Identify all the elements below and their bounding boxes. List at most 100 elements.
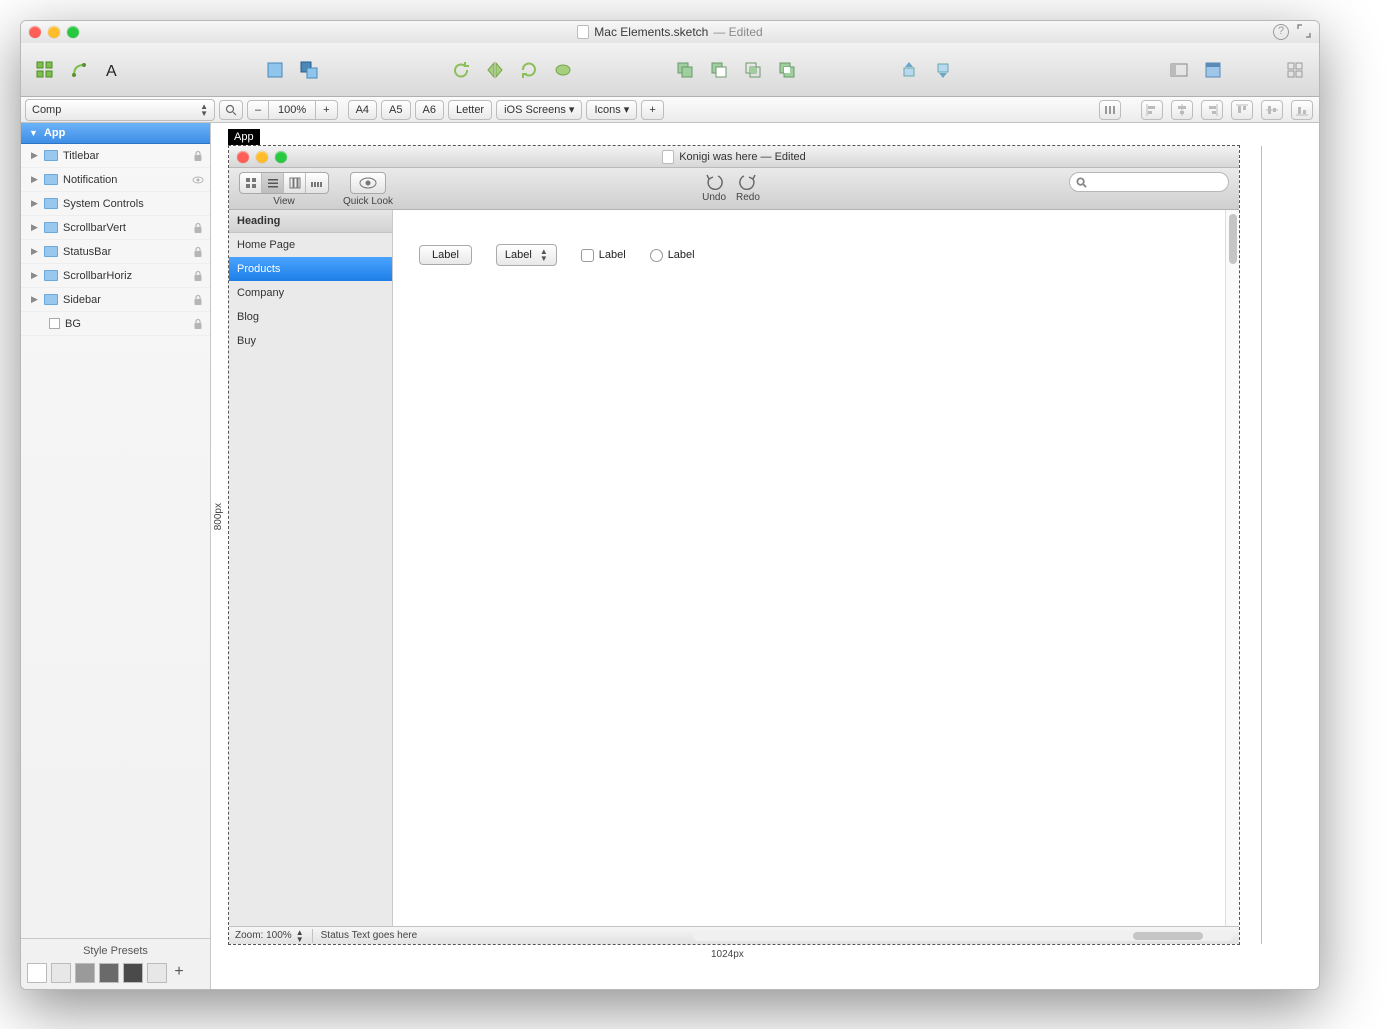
style-swatch[interactable] (99, 963, 119, 983)
layers-panel: ▼ App ▶Titlebar▶Notification▶System Cont… (21, 123, 211, 989)
layer-row[interactable]: ▶Sidebar (21, 288, 210, 312)
view-icon-grid-icon[interactable] (240, 173, 262, 193)
layer-row[interactable]: ▶ScrollbarVert (21, 216, 210, 240)
style-swatch[interactable] (27, 963, 47, 983)
align-top-button[interactable] (1231, 100, 1253, 120)
triangle-right-icon[interactable]: ▶ (31, 150, 39, 161)
grid-tool[interactable] (1281, 56, 1309, 84)
triangle-right-icon[interactable]: ▶ (31, 198, 39, 209)
view-segmented-control[interactable] (239, 172, 329, 194)
style-swatch[interactable] (147, 963, 167, 983)
zoom-value[interactable]: 100% (269, 100, 315, 120)
pages-dropdown[interactable]: Comp ▲▼ (25, 99, 215, 121)
preset-ios-screens[interactable]: iOS Screens ▾ (496, 100, 582, 120)
rotate-tool[interactable] (515, 56, 543, 84)
fullscreen-button[interactable] (1297, 24, 1311, 38)
artboard[interactable]: Konigi was here — Edited View (228, 145, 1240, 945)
align-right-button[interactable] (1201, 100, 1223, 120)
canvas[interactable]: App 800px 1024px Konigi was here — Ed (211, 123, 1319, 989)
triangle-right-icon[interactable]: ▶ (31, 294, 39, 305)
mock-sidebar-item[interactable]: Blog (229, 305, 392, 329)
style-presets-panel: Style Presets + (21, 938, 210, 989)
intersect-tool[interactable] (739, 56, 767, 84)
subtract-tool[interactable] (705, 56, 733, 84)
toggle-panel-tool[interactable] (1165, 56, 1193, 84)
eye-icon[interactable] (192, 174, 204, 186)
preset-icons[interactable]: Icons ▾ (586, 100, 637, 120)
mock-sidebar-item[interactable]: Company (229, 281, 392, 305)
mock-sidebar-item[interactable]: Products (229, 257, 392, 281)
mock-sidebar-item[interactable]: Home Page (229, 233, 392, 257)
undo-button[interactable]: Undo (702, 172, 726, 203)
quicklook-label: Quick Look (343, 196, 393, 207)
view-columns-icon[interactable] (284, 173, 306, 193)
preset-letter[interactable]: Letter (448, 100, 492, 120)
align-bottom-button[interactable] (1291, 100, 1313, 120)
scrollbar-thumb[interactable] (1229, 214, 1237, 264)
align-middle-button[interactable] (1261, 100, 1283, 120)
group-tool[interactable] (261, 56, 289, 84)
align-center-h-button[interactable] (1171, 100, 1193, 120)
zoom-out-button[interactable]: – (247, 100, 269, 120)
lock-icon[interactable] (192, 222, 204, 234)
preset-a6[interactable]: A6 (415, 100, 444, 120)
rotate-left-tool[interactable] (447, 56, 475, 84)
preset-add[interactable]: + (641, 100, 663, 120)
triangle-right-icon[interactable]: ▶ (31, 270, 39, 281)
preset-a4[interactable]: A4 (348, 100, 377, 120)
view-list-icon[interactable] (262, 173, 284, 193)
layer-label: StatusBar (63, 246, 111, 258)
lock-icon[interactable] (192, 150, 204, 162)
difference-tool[interactable] (773, 56, 801, 84)
inspector-tool[interactable] (1199, 56, 1227, 84)
style-swatch[interactable] (123, 963, 143, 983)
quicklook-button[interactable] (350, 172, 386, 194)
flip-h-tool[interactable] (481, 56, 509, 84)
preset-a5[interactable]: A5 (381, 100, 410, 120)
layers-group-header[interactable]: ▼ App (21, 123, 210, 144)
layer-row[interactable]: BG (21, 312, 210, 336)
artboard-label[interactable]: App (228, 129, 260, 145)
search-toggle[interactable] (219, 100, 243, 120)
backward-tool[interactable] (929, 56, 957, 84)
layer-row[interactable]: ▶ScrollbarHoriz (21, 264, 210, 288)
sample-select[interactable]: Label ▲▼ (496, 244, 557, 266)
forward-tool[interactable] (895, 56, 923, 84)
shapes-tool[interactable] (31, 56, 59, 84)
layer-row[interactable]: ▶Notification (21, 168, 210, 192)
sample-checkbox[interactable]: Label (581, 249, 626, 262)
mock-sidebar-item[interactable]: Buy (229, 329, 392, 353)
rect-layer-icon (49, 318, 60, 329)
lock-icon[interactable] (192, 318, 204, 330)
layer-row[interactable]: ▶System Controls (21, 192, 210, 216)
style-swatch[interactable] (51, 963, 71, 983)
triangle-right-icon[interactable]: ▶ (31, 222, 39, 233)
zoom-in-button[interactable]: + (315, 100, 337, 120)
triangle-right-icon[interactable]: ▶ (31, 174, 39, 185)
ungroup-tool[interactable] (295, 56, 323, 84)
triangle-right-icon[interactable]: ▶ (31, 246, 39, 257)
mock-zoom-readout[interactable]: Zoom: 100% ▲▼ (235, 929, 313, 943)
style-swatch[interactable] (75, 963, 95, 983)
mock-zoom-value: Zoom: 100% (235, 930, 292, 941)
layer-row[interactable]: ▶ StatusBar (21, 240, 210, 264)
lock-icon[interactable] (192, 294, 204, 306)
scrollbar-thumb[interactable] (1133, 932, 1203, 940)
distribute-h-button[interactable] (1099, 100, 1121, 120)
view-coverflow-icon[interactable] (306, 173, 328, 193)
sample-radio[interactable]: Label (650, 249, 695, 262)
lock-icon[interactable] (192, 246, 204, 258)
mock-vertical-scrollbar[interactable] (1225, 210, 1239, 926)
sample-button[interactable]: Label (419, 245, 472, 265)
vector-tool[interactable] (65, 56, 93, 84)
align-left-button[interactable] (1141, 100, 1163, 120)
lock-icon[interactable] (192, 270, 204, 282)
redo-button[interactable]: Redo (736, 172, 760, 203)
text-tool[interactable]: A (99, 56, 127, 84)
search-input[interactable] (1069, 172, 1229, 192)
mock-horizontal-scrollbar[interactable] (693, 931, 1233, 941)
union-tool[interactable] (671, 56, 699, 84)
add-swatch-button[interactable]: + (171, 963, 187, 983)
transform-tool[interactable] (549, 56, 577, 84)
layer-row[interactable]: ▶Titlebar (21, 144, 210, 168)
